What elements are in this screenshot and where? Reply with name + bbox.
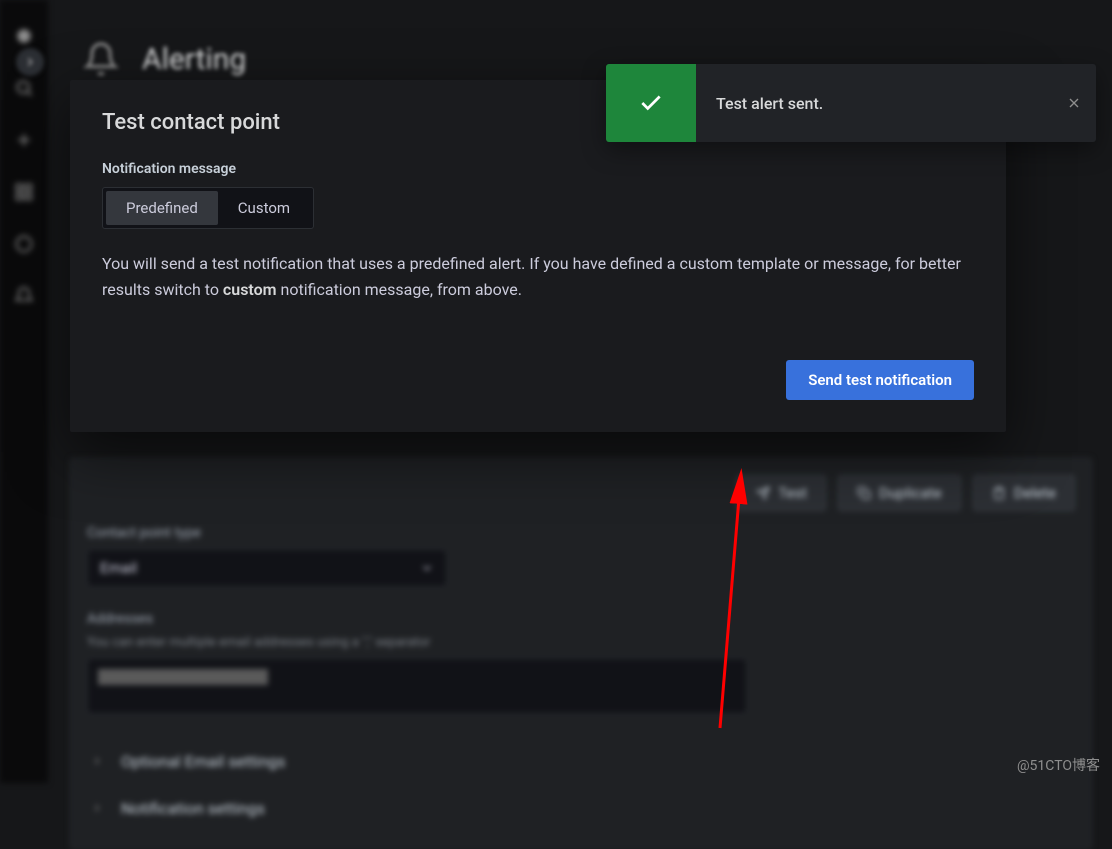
sidebar-compass-icon[interactable] [6,226,42,262]
modal-description-after: notification message, from above. [277,280,522,299]
predefined-toggle[interactable]: Predefined [106,191,218,225]
sidebar-bell-icon[interactable] [6,278,42,314]
page-title: Alerting [142,42,246,77]
toast-close-button[interactable] [1052,64,1096,142]
sidebar-search-icon[interactable] [6,70,42,106]
duplicate-button[interactable]: Duplicate [838,475,961,511]
success-toast: Test alert sent. [606,64,1096,142]
notification-settings-collapsible[interactable]: Notification settings [87,785,1075,832]
modal-description-bold: custom [223,280,277,299]
notification-message-label: Notification message [102,161,974,177]
chevron-down-icon [420,561,434,575]
optional-email-collapsible[interactable]: Optional Email settings [87,738,1075,785]
addresses-hint: You can enter multiple email addresses u… [87,635,1075,650]
toast-message: Test alert sent. [696,94,1052,113]
nav-sidebar [0,0,48,783]
contact-point-panel: Test Duplicate Delete Contact point type… [70,458,1092,849]
chevron-right-icon [91,799,103,818]
sidebar-dashboard-icon[interactable] [6,174,42,210]
delete-button-label: Delete [1014,484,1056,502]
contact-type-select[interactable]: Email [87,549,447,587]
custom-toggle[interactable]: Custom [218,191,310,225]
check-icon [606,64,696,142]
optional-email-label: Optional Email settings [121,752,285,771]
redacted-address [98,669,268,685]
test-button-label: Test [778,484,807,502]
send-test-notification-button[interactable]: Send test notification [786,360,974,400]
close-icon [1066,95,1082,111]
message-type-toggle: Predefined Custom [102,187,314,229]
delete-button[interactable]: Delete [973,475,1075,511]
addresses-input[interactable] [87,658,747,714]
chevron-right-icon [91,752,103,771]
contact-type-value: Email [100,559,137,577]
watermark: @51CTO博客 [1017,755,1100,775]
sidebar-collapse-button[interactable] [16,48,44,76]
notification-settings-label: Notification settings [121,799,265,818]
bell-icon [80,38,122,80]
addresses-label: Addresses [87,611,1075,627]
modal-description: You will send a test notification that u… [102,251,974,304]
sidebar-plus-icon[interactable] [6,122,42,158]
duplicate-button-label: Duplicate [879,484,942,502]
contact-type-label: Contact point type [87,525,1075,541]
page-header: Alerting [80,38,246,80]
test-button[interactable]: Test [737,475,826,511]
